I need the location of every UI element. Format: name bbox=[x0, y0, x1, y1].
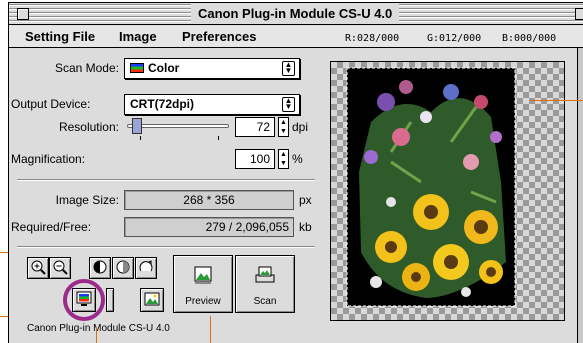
image-settings-button[interactable] bbox=[140, 288, 164, 312]
magnification-unit: % bbox=[292, 152, 303, 166]
divider-button bbox=[106, 288, 114, 312]
menu-preferences[interactable]: Preferences bbox=[182, 29, 256, 44]
resolution-stepper[interactable]: ▲ ▼ bbox=[278, 117, 289, 137]
resolution-unit: dpi bbox=[292, 120, 309, 134]
tone-light-icon bbox=[139, 260, 153, 272]
required-free-label: Required/Free: bbox=[11, 220, 92, 234]
zoom-out-icon bbox=[53, 260, 68, 275]
highlight-ring bbox=[63, 279, 105, 321]
tone-mid-icon bbox=[116, 260, 130, 274]
tone-light-button[interactable] bbox=[135, 257, 157, 279]
close-box[interactable] bbox=[17, 8, 29, 20]
required-free-unit: kb bbox=[299, 220, 312, 234]
scan-mode-popup[interactable]: Color ▲ ▼ bbox=[124, 58, 300, 79]
callout-line-settings bbox=[96, 327, 97, 343]
preview-scrollbar[interactable] bbox=[577, 48, 583, 343]
zoom-box[interactable] bbox=[575, 8, 583, 20]
menu-setting-file[interactable]: Setting File bbox=[25, 29, 95, 44]
output-device-popup[interactable]: CRT(72dpi) ▲ ▼ bbox=[124, 94, 300, 115]
callout-line-preview bbox=[530, 100, 583, 101]
preview-button[interactable]: Preview bbox=[173, 255, 233, 313]
menu-image[interactable]: Image bbox=[119, 29, 157, 44]
output-device-value: CRT(72dpi) bbox=[130, 97, 194, 111]
scan-button[interactable]: Scan bbox=[235, 255, 295, 313]
sunflower bbox=[464, 210, 498, 244]
magnification-label: Magnification: bbox=[11, 152, 86, 166]
slider-tick bbox=[140, 136, 141, 140]
scan-label: Scan bbox=[253, 296, 277, 307]
tone-mid-button[interactable] bbox=[112, 257, 134, 279]
picture-icon bbox=[144, 292, 160, 306]
image-size-value: 268 * 356 bbox=[124, 190, 294, 210]
rgb-readout-b: B:000/000 bbox=[502, 33, 557, 44]
tone-dark-icon bbox=[93, 260, 107, 274]
zoom-in-icon bbox=[31, 260, 46, 275]
sunflower bbox=[479, 260, 503, 284]
scan-icon bbox=[255, 266, 275, 283]
resolution-slider-thumb[interactable] bbox=[131, 118, 142, 134]
rgb-readout-r: R:028/000 bbox=[345, 33, 400, 44]
zoom-in-button[interactable] bbox=[27, 257, 49, 279]
resolution-slider-track[interactable] bbox=[127, 124, 229, 128]
rgb-readout-g: G:012/000 bbox=[427, 33, 482, 44]
separator bbox=[17, 179, 315, 181]
magnification-field[interactable]: 100 bbox=[235, 149, 275, 169]
plugin-window: Canon Plug-in Module CS-U 4.0 Setting Fi… bbox=[8, 2, 583, 343]
required-free-value: 279 / 2,096,055 bbox=[124, 217, 294, 237]
slider-tick bbox=[218, 136, 219, 140]
sunflower bbox=[413, 194, 449, 230]
footer-text: Canon Plug-in Module CS-U 4.0 bbox=[27, 323, 170, 334]
scan-mode-label: Scan Mode: bbox=[54, 61, 119, 75]
window-title: Canon Plug-in Module CS-U 4.0 bbox=[191, 4, 400, 24]
output-device-label: Output Device: bbox=[11, 97, 91, 111]
image-size-label: Image Size: bbox=[55, 193, 119, 207]
resolution-label: Resolution: bbox=[58, 120, 119, 134]
magnification-stepper[interactable]: ▲ ▼ bbox=[278, 149, 289, 169]
title-bar[interactable]: Canon Plug-in Module CS-U 4.0 bbox=[9, 3, 583, 25]
preview-icon bbox=[194, 266, 212, 284]
menu-bar: Setting File Image Preferences R:028/000… bbox=[9, 26, 583, 48]
zoom-out-button[interactable] bbox=[49, 257, 71, 279]
separator bbox=[17, 246, 315, 248]
preview-label: Preview bbox=[185, 296, 221, 307]
sunflower bbox=[402, 263, 430, 291]
popup-arrows-icon: ▲ ▼ bbox=[282, 97, 295, 112]
sunflower bbox=[375, 231, 407, 263]
resolution-field[interactable]: 72 bbox=[235, 117, 275, 137]
sunflower bbox=[433, 244, 469, 280]
tone-dark-button[interactable] bbox=[89, 257, 111, 279]
image-size-unit: px bbox=[299, 193, 312, 207]
scan-mode-value: Color bbox=[148, 61, 180, 75]
callout-line-preview-button bbox=[210, 316, 211, 343]
color-swatch-icon bbox=[130, 63, 144, 73]
popup-arrows-icon: ▲ ▼ bbox=[282, 61, 295, 76]
